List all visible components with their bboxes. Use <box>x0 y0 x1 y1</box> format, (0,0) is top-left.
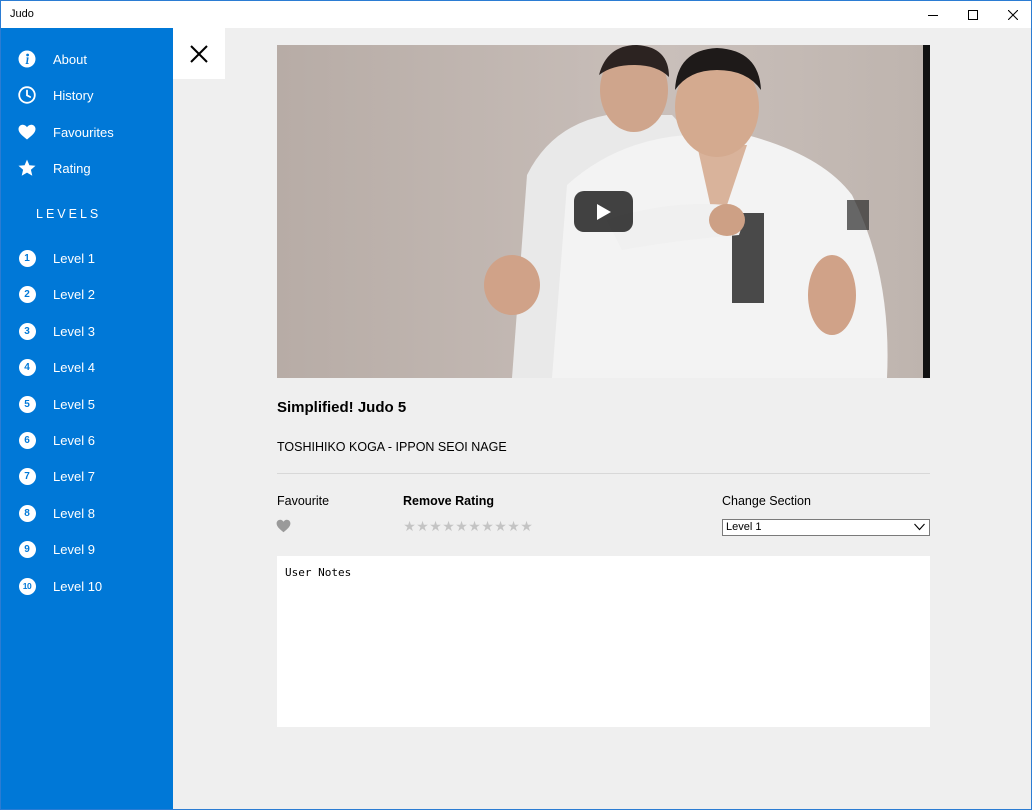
sidebar-item-label: Level 8 <box>53 505 95 521</box>
sidebar-item-rating[interactable]: Rating <box>1 151 173 185</box>
window-close-button[interactable] <box>990 1 1031 28</box>
sidebar-item-history[interactable]: History <box>1 78 173 112</box>
number-3-icon: 3 <box>17 321 37 341</box>
sidebar-item-label: Level 7 <box>53 468 95 484</box>
section-dropdown[interactable]: Level 1 <box>722 519 930 536</box>
sidebar-item-label: Favourites <box>53 124 114 140</box>
rating-star-icon[interactable]: ★ <box>442 519 455 533</box>
video-title: Simplified! Judo 5 <box>277 399 407 416</box>
clock-icon <box>17 85 37 105</box>
number-7-icon: 7 <box>17 466 37 486</box>
window-title: Judo <box>10 8 34 20</box>
rating-star-icon[interactable]: ★ <box>468 519 481 533</box>
favourite-label: Favourite <box>277 494 330 508</box>
number-5-icon: 5 <box>17 394 37 414</box>
sidebar-item-level-6[interactable]: 6 Level 6 <box>1 423 173 457</box>
number-2-icon: 2 <box>17 284 37 304</box>
rating-star-icon[interactable]: ★ <box>507 519 520 533</box>
sidebar-item-label: Level 4 <box>53 359 95 375</box>
sidebar-item-level-4[interactable]: 4 Level 4 <box>1 350 173 384</box>
rating-star-icon[interactable]: ★ <box>429 519 442 533</box>
sidebar-item-level-1[interactable]: 1 Level 1 <box>1 241 173 275</box>
rating-star-icon[interactable]: ★ <box>481 519 494 533</box>
number-8-icon: 8 <box>17 503 37 523</box>
play-icon <box>596 203 611 220</box>
star-icon <box>17 158 37 178</box>
number-6-icon: 6 <box>17 430 37 450</box>
sidebar-item-level-5[interactable]: 5 Level 5 <box>1 387 173 421</box>
rating-star-icon[interactable]: ★ <box>416 519 429 533</box>
rating-stars[interactable]: ★ ★ ★ ★ ★ ★ ★ ★ ★ ★ <box>403 519 533 533</box>
minimize-icon <box>928 14 938 16</box>
sidebar-item-level-10[interactable]: 10 Level 10 <box>1 569 173 603</box>
divider <box>277 473 930 474</box>
sidebar-item-label: Level 3 <box>53 323 95 339</box>
number-4-icon: 4 <box>17 357 37 377</box>
sidebar: About History Favourites Rating LEVELS 1… <box>1 28 173 809</box>
rating-star-icon[interactable]: ★ <box>455 519 468 533</box>
rating-star-icon[interactable]: ★ <box>494 519 507 533</box>
chevron-down-icon <box>914 523 925 531</box>
sidebar-item-label: Level 10 <box>53 578 103 594</box>
heart-icon <box>17 122 37 142</box>
sidebar-item-label: History <box>53 87 94 103</box>
sidebar-item-label: Level 2 <box>53 286 95 302</box>
change-section-label: Change Section <box>722 494 811 508</box>
close-pane-button[interactable] <box>173 28 225 79</box>
sidebar-item-label: Level 6 <box>53 432 95 448</box>
sidebar-item-level-8[interactable]: 8 Level 8 <box>1 496 173 530</box>
sidebar-item-level-9[interactable]: 9 Level 9 <box>1 532 173 566</box>
info-icon <box>17 49 37 69</box>
sidebar-item-level-2[interactable]: 2 Level 2 <box>1 277 173 311</box>
sidebar-item-level-7[interactable]: 7 Level 7 <box>1 459 173 493</box>
sidebar-item-label: Rating <box>53 160 91 176</box>
sidebar-item-label: Level 5 <box>53 396 95 412</box>
user-notes-field[interactable]: User Notes <box>277 556 930 727</box>
heart-outline-icon[interactable] <box>276 519 291 533</box>
close-icon <box>1008 9 1018 20</box>
play-button[interactable] <box>574 191 633 232</box>
sidebar-item-level-3[interactable]: 3 Level 3 <box>1 314 173 348</box>
remove-rating-button[interactable]: Remove Rating <box>403 494 494 508</box>
user-notes-text: User Notes <box>285 566 352 579</box>
close-x-icon <box>190 44 208 63</box>
sidebar-item-label: Level 9 <box>53 541 95 557</box>
video-player[interactable] <box>277 45 930 378</box>
rating-star-icon[interactable]: ★ <box>520 519 533 533</box>
number-9-icon: 9 <box>17 539 37 559</box>
number-10-icon: 10 <box>17 576 37 596</box>
app-window: Judo About History Favourites Rating LEV… <box>0 0 1032 810</box>
sidebar-item-about[interactable]: About <box>1 42 173 76</box>
number-1-icon: 1 <box>17 248 37 268</box>
sidebar-item-favourites[interactable]: Favourites <box>1 115 173 149</box>
title-bar: Judo <box>1 1 1031 28</box>
sidebar-item-label: Level 1 <box>53 250 95 266</box>
sidebar-item-label: About <box>53 51 87 67</box>
levels-heading: LEVELS <box>36 207 102 221</box>
rating-star-icon[interactable]: ★ <box>403 519 416 533</box>
maximize-icon <box>968 9 978 20</box>
section-dropdown-value: Level 1 <box>726 521 762 533</box>
video-subtitle: TOSHIHIKO KOGA - IPPON SEOI NAGE <box>277 440 507 454</box>
